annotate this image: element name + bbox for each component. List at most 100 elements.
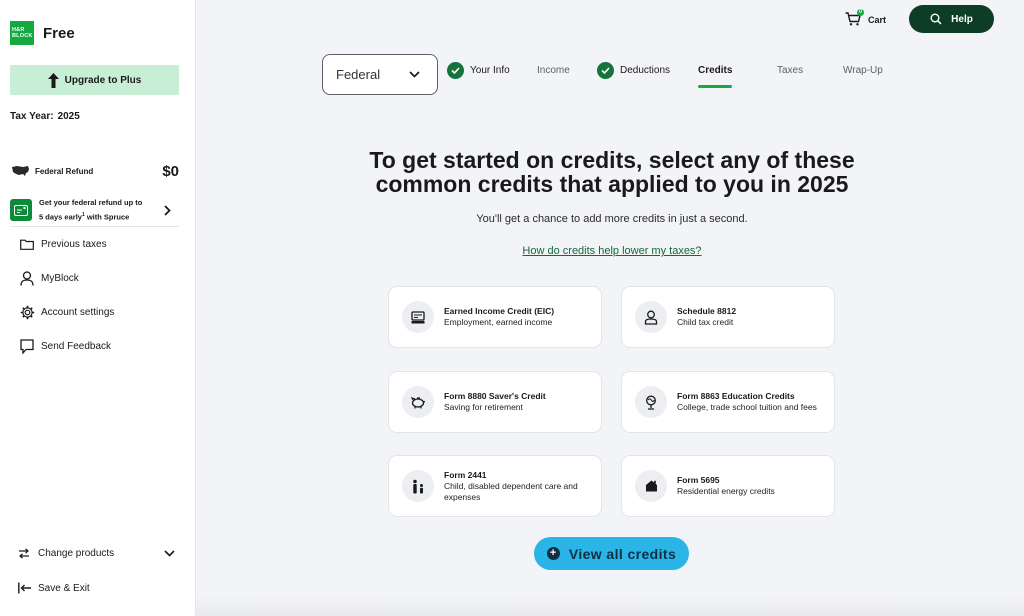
save-exit-button[interactable]: Save & Exit bbox=[18, 582, 90, 594]
credit-card-form-8863[interactable]: Form 8863 Education Credits College, tra… bbox=[621, 371, 835, 433]
view-all-credits-button[interactable]: + View all credits bbox=[534, 537, 689, 570]
page-subtitle: You'll get a chance to add more credits … bbox=[476, 213, 748, 225]
change-products-label: Change products bbox=[38, 548, 115, 559]
check-icon bbox=[447, 62, 464, 79]
card-description: Employment, earned income bbox=[444, 317, 553, 328]
card-description: Child tax credit bbox=[677, 317, 734, 328]
card-description: College, trade school tuition and fees bbox=[677, 402, 817, 413]
card-description: Saving for retirement bbox=[444, 402, 523, 413]
cart-button[interactable]: 0 Cart bbox=[845, 9, 887, 28]
credit-card-form-5695[interactable]: Form 5695 Residential energy credits bbox=[621, 455, 835, 517]
hrblock-logo: H&R BLOCK bbox=[10, 21, 34, 45]
change-products-button[interactable]: Change products bbox=[18, 548, 114, 559]
register-icon bbox=[402, 301, 434, 333]
active-step-indicator bbox=[698, 85, 732, 88]
spruce-line1: Get your federal refund up to bbox=[39, 198, 143, 208]
spruce-line2b: with Spruce bbox=[84, 212, 130, 222]
family-icon bbox=[402, 470, 434, 502]
globe-icon bbox=[635, 386, 667, 418]
tax-year-label: Tax Year: bbox=[10, 111, 54, 122]
sidebar-item-previous-taxes[interactable]: Previous taxes bbox=[19, 236, 107, 252]
spruce-line2: 5 days early1 with Spruce bbox=[39, 209, 142, 224]
card-title: Form 8880 Saver's Credit bbox=[444, 391, 546, 402]
view-all-label: View all credits bbox=[568, 545, 677, 562]
tax-year: Tax Year: 2025 bbox=[10, 111, 80, 122]
credits-help-link[interactable]: How do credits help lower my taxes? bbox=[350, 245, 874, 257]
folder-icon bbox=[19, 236, 35, 252]
step-label: Income bbox=[537, 65, 570, 76]
card-description: Child, disabled dependent care and expen… bbox=[444, 481, 578, 502]
card-text: Form 8863 Education Credits College, tra… bbox=[677, 391, 817, 413]
sidebar-item-label: MyBlock bbox=[41, 272, 79, 284]
step-label: Taxes bbox=[777, 65, 804, 76]
spruce-promo[interactable]: Get your federal refund up to 5 days ear… bbox=[10, 194, 179, 227]
sidebar-item-label: Previous taxes bbox=[41, 238, 107, 250]
card-text: Schedule 8812 Child tax credit bbox=[677, 306, 736, 328]
step-label: Wrap-Up bbox=[843, 65, 883, 76]
cart-icon: 0 bbox=[845, 9, 864, 28]
plus-icon: + bbox=[546, 547, 560, 560]
refund-amount: $0 bbox=[162, 162, 179, 180]
step-deductions[interactable]: Deductions bbox=[597, 62, 670, 79]
return-type-value: Federal bbox=[336, 67, 381, 82]
refund-label: Federal Refund bbox=[35, 166, 94, 176]
card-title: Form 2441 bbox=[444, 470, 487, 480]
step-credits[interactable]: Credits bbox=[698, 62, 732, 79]
product-name: Free bbox=[43, 24, 75, 42]
tax-year-value: 2025 bbox=[57, 111, 80, 122]
sidebar-item-label: Account settings bbox=[41, 306, 115, 318]
help-button[interactable]: Help bbox=[909, 5, 994, 33]
footer-shadow bbox=[196, 596, 1024, 616]
sidebar-item-label: Send Feedback bbox=[41, 340, 112, 352]
spruce-line2a: 5 days early bbox=[39, 212, 82, 222]
step-label: Credits bbox=[698, 65, 733, 76]
federal-refund: Federal Refund $0 bbox=[11, 161, 179, 181]
us-map-icon bbox=[12, 166, 29, 176]
check-icon bbox=[597, 62, 614, 79]
piggy-bank-icon bbox=[402, 386, 434, 418]
exit-icon bbox=[18, 582, 32, 594]
card-text: Earned Income Credit (EIC) Employment, e… bbox=[444, 306, 554, 328]
page-title: To get started on credits, select any of… bbox=[369, 147, 855, 197]
brand: H&R BLOCK Free bbox=[10, 21, 75, 45]
spruce-card-icon bbox=[10, 199, 32, 221]
card-text: Form 2441 Child, disabled dependent care… bbox=[444, 470, 601, 502]
chevron-right-icon bbox=[164, 204, 171, 216]
save-exit-label: Save & Exit bbox=[38, 582, 90, 594]
search-icon bbox=[930, 13, 942, 25]
help-label: Help bbox=[951, 13, 973, 25]
upgrade-button[interactable]: Upgrade to Plus bbox=[10, 65, 179, 95]
step-income[interactable]: Income bbox=[537, 62, 570, 79]
card-title: Form 8863 Education Credits bbox=[677, 391, 795, 402]
gear-icon bbox=[19, 304, 35, 320]
step-your-info[interactable]: Your Info bbox=[447, 62, 510, 79]
credit-card-schedule-8812[interactable]: Schedule 8812 Child tax credit bbox=[621, 286, 835, 348]
step-label: Deductions bbox=[620, 65, 671, 76]
chevron-down-icon bbox=[409, 71, 420, 78]
spruce-text: Get your federal refund up to 5 days ear… bbox=[39, 196, 142, 224]
card-text: Form 5695 Residential energy credits bbox=[677, 475, 775, 497]
cart-label: Cart bbox=[868, 15, 887, 25]
card-title: Earned Income Credit (EIC) bbox=[444, 306, 555, 317]
sidebar-item-send-feedback[interactable]: Send Feedback bbox=[19, 338, 111, 354]
person-icon bbox=[19, 270, 35, 286]
step-wrap-up[interactable]: Wrap-Up bbox=[843, 62, 883, 79]
return-type-select[interactable]: Federal bbox=[322, 54, 438, 95]
step-taxes[interactable]: Taxes bbox=[777, 62, 803, 79]
card-title: Form 5695 bbox=[677, 475, 720, 486]
credit-card-form-8880[interactable]: Form 8880 Saver's Credit Saving for reti… bbox=[388, 371, 602, 433]
sidebar-item-account-settings[interactable]: Account settings bbox=[19, 304, 114, 320]
house-icon bbox=[635, 470, 667, 502]
sidebar: H&R BLOCK Free Upgrade to Plus Tax Year: 2… bbox=[0, 0, 196, 616]
credit-card-eic[interactable]: Earned Income Credit (EIC) Employment, e… bbox=[388, 286, 602, 348]
card-description: Residential energy credits bbox=[677, 486, 775, 497]
child-icon bbox=[635, 301, 667, 333]
card-title: Schedule 8812 bbox=[677, 306, 737, 317]
cart-count-badge: 0 bbox=[857, 9, 864, 16]
swap-arrows-icon bbox=[18, 548, 32, 559]
sidebar-item-myblock[interactable]: MyBlock bbox=[19, 270, 79, 286]
chevron-down-icon[interactable] bbox=[164, 550, 175, 557]
card-text: Form 8880 Saver's Credit Saving for reti… bbox=[444, 391, 546, 413]
step-label: Your Info bbox=[470, 65, 510, 76]
credit-card-form-2441[interactable]: Form 2441 Child, disabled dependent care… bbox=[388, 455, 602, 517]
